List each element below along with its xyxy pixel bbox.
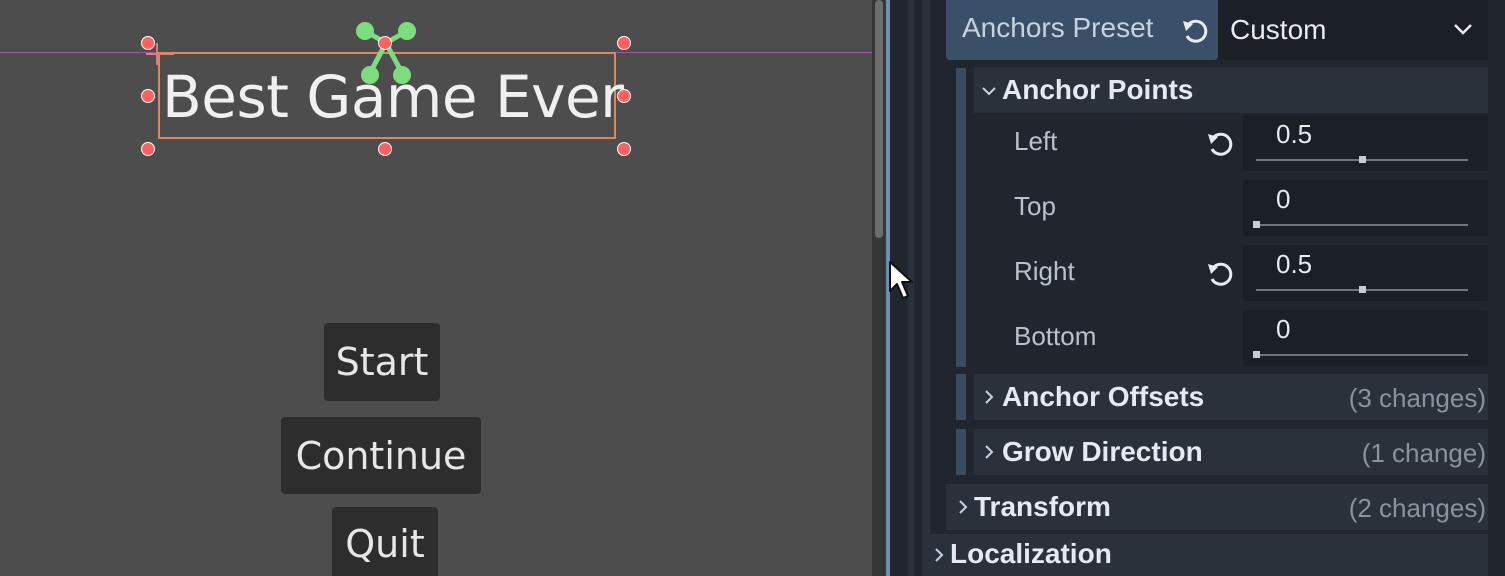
transform-header[interactable]: Transform (2 changes) (946, 484, 1488, 530)
anchor-left-value: 0.5 (1276, 119, 1313, 149)
group-indent-bar (956, 374, 966, 420)
group-indent-bar (956, 68, 966, 367)
resize-handle-bottom-right[interactable] (617, 142, 631, 156)
anchor-left-label: Left (1014, 126, 1058, 156)
resize-handle-bottom[interactable] (378, 142, 392, 156)
revert-icon[interactable] (1205, 129, 1235, 159)
grow-direction-title: Grow Direction (1002, 436, 1203, 467)
resize-handle-top[interactable] (378, 36, 392, 50)
anchor-top-value: 0 (1276, 184, 1291, 214)
chevron-right-icon (985, 445, 994, 459)
chevron-down-icon (1454, 24, 1472, 35)
resize-handle-left[interactable] (141, 89, 155, 103)
start-button[interactable]: Start (324, 323, 440, 401)
anchor-top-label: Top (1014, 191, 1056, 221)
scrollbar-grabber[interactable] (875, 0, 883, 238)
group-indent-bar (956, 429, 966, 475)
grow-direction-changes: (1 change) (1361, 438, 1486, 468)
slider-grabber[interactable] (1359, 286, 1366, 293)
mouse-cursor-icon (889, 261, 913, 299)
anchor-right-value: 0.5 (1276, 249, 1313, 279)
anchor-bottom-value: 0 (1276, 314, 1291, 344)
resize-handle-right[interactable] (617, 89, 631, 103)
anchor-offsets-changes: (3 changes) (1348, 383, 1486, 413)
revert-icon[interactable] (1180, 16, 1210, 46)
slider-track[interactable] (1256, 354, 1468, 356)
quit-button[interactable]: Quit (332, 507, 438, 576)
resize-handle-top-right[interactable] (617, 36, 631, 50)
anchor-bottom-slider-field[interactable]: 0 (1243, 310, 1488, 366)
anchor-points-header[interactable]: Anchor Points (974, 67, 1488, 113)
slider-grabber[interactable] (1253, 221, 1260, 228)
localization-title: Localization (950, 538, 1112, 569)
anchor-top-slider-field[interactable]: 0 (1243, 180, 1488, 236)
anchors-preset-dropdown[interactable]: Custom (1218, 0, 1488, 60)
resize-handle-top-left[interactable] (141, 36, 155, 50)
anchor-bottom-label: Bottom (1014, 321, 1097, 351)
continue-button[interactable]: Continue (281, 417, 481, 494)
anchor-right-slider-field[interactable]: 0.5 (1243, 245, 1488, 301)
transform-title: Transform (974, 491, 1111, 522)
anchors-preset-label: Anchors Preset (946, 0, 1218, 60)
viewport-scrollbar[interactable] (872, 0, 886, 576)
pivot-icon-h (146, 53, 174, 55)
anchors-preset-value: Custom (1230, 14, 1327, 45)
anchors-preset-label-text: Anchors Preset (962, 12, 1154, 43)
chevron-right-icon (935, 548, 944, 562)
chevron-right-icon (959, 500, 968, 514)
inspector-indent-guide-2 (922, 0, 930, 576)
anchor-offsets-title: Anchor Offsets (1002, 381, 1205, 412)
anchor-left-slider-field[interactable]: 0.5 (1243, 115, 1488, 171)
anchor-gizmo-icon[interactable] (350, 18, 422, 88)
slider-grabber[interactable] (1359, 156, 1366, 163)
slider-track[interactable] (1256, 224, 1468, 226)
anchors-preset-row: Anchors Preset Custom (946, 0, 1488, 60)
chevron-down-icon (982, 87, 996, 96)
anchor-offsets-header[interactable]: Anchor Offsets (3 changes) (974, 374, 1488, 420)
inspector-panel: Anchors Preset Custom Anchor Points Left… (890, 0, 1505, 576)
editor-viewport[interactable]: Best Game Ever Start Continue Quit (0, 0, 872, 576)
anchor-points-title: Anchor Points (1002, 74, 1194, 105)
chevron-right-icon (985, 390, 994, 404)
anchor-right-label: Right (1014, 256, 1075, 286)
revert-icon[interactable] (1205, 259, 1235, 289)
resize-handle-bottom-left[interactable] (141, 142, 155, 156)
grow-direction-header[interactable]: Grow Direction (1 change) (974, 429, 1488, 475)
transform-changes: (2 changes) (1348, 493, 1486, 523)
localization-header[interactable]: Localization (922, 534, 1488, 576)
slider-grabber[interactable] (1253, 351, 1260, 358)
